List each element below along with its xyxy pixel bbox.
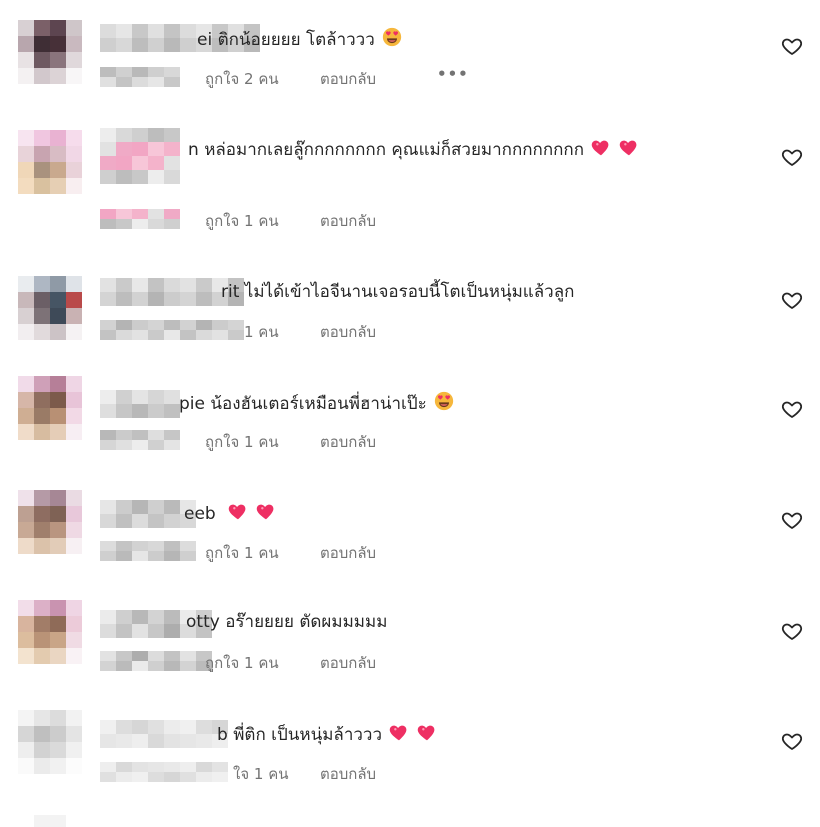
like-heart-icon[interactable] xyxy=(780,397,804,421)
comment-text: b พี่ติก เป็นหนุ่มล้าววว xyxy=(217,721,438,750)
comment-text: n หล่อมากเลยลู๊กกกกกกกก คุณแม่ก็สวยมากกก… xyxy=(188,136,640,165)
likes-count[interactable]: ถูกใจ 1 คน xyxy=(205,541,279,565)
comment-text: otty อร๊ายยยย ตัดผมมมมม xyxy=(186,610,387,634)
like-heart-icon[interactable] xyxy=(780,34,804,58)
heart-emoji xyxy=(388,721,410,750)
username-tail[interactable]: eeb xyxy=(184,504,216,524)
username-blurred[interactable] xyxy=(100,128,180,156)
next-avatar-partial xyxy=(34,815,66,827)
reply-button[interactable]: ตอบกลับ xyxy=(320,209,376,233)
username-tail[interactable]: n xyxy=(188,140,199,160)
timestamp-blurred xyxy=(100,430,180,450)
reply-button[interactable]: ตอบกลับ xyxy=(320,762,376,786)
reply-button[interactable]: ตอบกลับ xyxy=(320,430,376,454)
username-tail[interactable]: ei xyxy=(197,30,212,50)
avatar[interactable] xyxy=(18,490,82,554)
timestamp-blurred xyxy=(100,320,244,340)
avatar[interactable] xyxy=(18,276,82,340)
avatar[interactable] xyxy=(18,130,82,194)
reply-button[interactable]: ตอบกลับ xyxy=(320,651,376,675)
likes-count[interactable]: ถูกใจ 1 คน xyxy=(205,651,279,675)
like-heart-icon[interactable] xyxy=(780,288,804,312)
likes-count[interactable]: ถูกใจ 1 คน xyxy=(205,430,279,454)
more-options-button[interactable]: ••• xyxy=(437,65,469,83)
timestamp-blurred xyxy=(100,541,196,561)
username-tail[interactable]: rit xyxy=(221,282,239,302)
comment-body: ติกน้อยยยย โตล้าววว xyxy=(217,30,375,50)
likes-count[interactable]: ใจ 1 คน xyxy=(233,762,288,786)
heart-eyes-emoji xyxy=(381,26,403,55)
avatar[interactable] xyxy=(18,710,82,774)
reply-button[interactable]: ตอบกลับ xyxy=(320,541,376,565)
comment-body: พี่ติก เป็นหนุ่มล้าววว xyxy=(233,725,383,745)
heart-emoji xyxy=(590,136,612,165)
username-tail[interactable]: b xyxy=(217,725,228,745)
username-tail[interactable]: pie xyxy=(179,394,205,414)
comment-body: อร๊ายยยย ตัดผมมมมม xyxy=(225,612,388,632)
likes-count[interactable]: ถูกใจ 2 คน xyxy=(205,67,279,91)
comment-body: น้องฮันเตอร์เหมือนพี่ฮาน่าเป๊ะ xyxy=(210,394,427,414)
comment-body: หล่อมากเลยลู๊กกกกกกกก คุณแม่ก็สวยมากกกกก… xyxy=(204,140,584,160)
avatar[interactable] xyxy=(18,600,82,664)
likes-count[interactable]: 1 คน xyxy=(244,320,279,344)
like-heart-icon[interactable] xyxy=(780,508,804,532)
reply-button[interactable]: ตอบกลับ xyxy=(320,320,376,344)
username-blurred[interactable] xyxy=(100,390,180,418)
like-heart-icon[interactable] xyxy=(780,145,804,169)
heart-emoji xyxy=(227,500,249,529)
username-blurred[interactable] xyxy=(100,500,196,528)
avatar[interactable] xyxy=(18,20,82,84)
comment-body: ไม่ได้เข้าไอจีนานเจอรอบนี้โตเป็นหนุ่มแล้… xyxy=(244,282,575,302)
username-blurred[interactable] xyxy=(100,720,228,748)
comment-text: ei ติกน้อยยยย โตล้าววว xyxy=(197,26,403,55)
comment-text: eeb xyxy=(184,500,277,529)
reply-button[interactable]: ตอบกลับ xyxy=(320,67,376,91)
username-blurred xyxy=(100,156,180,184)
like-heart-icon[interactable] xyxy=(780,729,804,753)
timestamp-blurred xyxy=(100,651,212,671)
username-tail[interactable]: otty xyxy=(186,612,220,632)
heart-emoji xyxy=(618,136,640,165)
like-heart-icon[interactable] xyxy=(780,619,804,643)
timestamp-blurred xyxy=(100,67,180,87)
heart-emoji xyxy=(416,721,438,750)
heart-eyes-emoji xyxy=(433,390,455,419)
timestamp-blurred xyxy=(100,209,180,229)
heart-emoji xyxy=(255,500,277,529)
avatar[interactable] xyxy=(18,376,82,440)
timestamp-blurred xyxy=(100,762,228,782)
comment-text: rit ไม่ได้เข้าไอจีนานเจอรอบนี้โตเป็นหนุ่… xyxy=(221,280,574,304)
comment-text: pie น้องฮันเตอร์เหมือนพี่ฮาน่าเป๊ะ xyxy=(179,390,455,419)
likes-count[interactable]: ถูกใจ 1 คน xyxy=(205,209,279,233)
